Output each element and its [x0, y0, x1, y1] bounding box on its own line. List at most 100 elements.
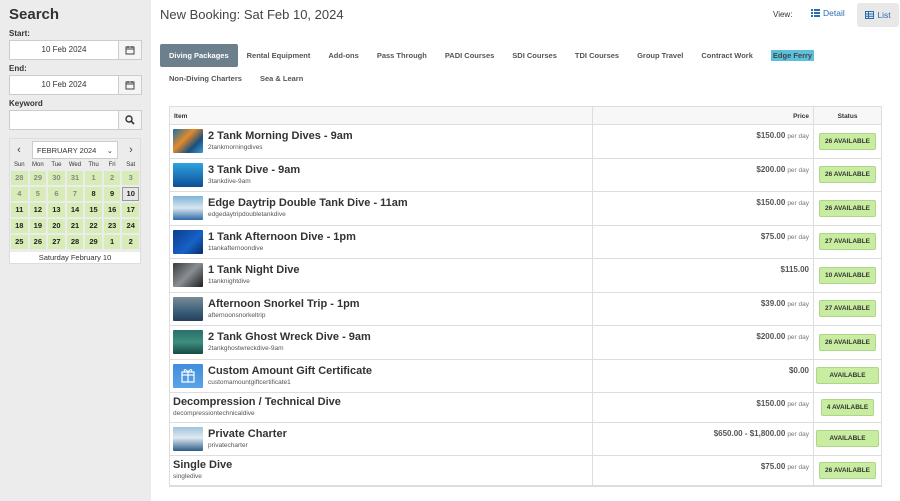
calendar-day[interactable]: 29	[29, 171, 47, 185]
availability-badge[interactable]: 27 AVAILABLE	[818, 233, 877, 251]
calendar-day[interactable]: 11	[11, 203, 28, 217]
table-row[interactable]: 2 Tank Morning Dives - 9am 2tankmorningdi…	[170, 125, 881, 159]
start-calendar-button[interactable]	[119, 40, 142, 60]
item-name[interactable]: Custom Amount Gift Certificate	[208, 365, 372, 378]
tab-sdi-courses[interactable]: SDI Courses	[503, 44, 566, 67]
item-name[interactable]: Edge Daytrip Double Tank Dive - 11am	[208, 197, 408, 210]
calendar-day[interactable]: 26	[29, 235, 47, 249]
month-select[interactable]: FEBRUARY 2024 ⌄	[32, 141, 118, 159]
item-name[interactable]: Single Dive	[173, 459, 232, 472]
calendar-day[interactable]: 31	[66, 171, 84, 185]
calendar-day[interactable]: 4	[11, 187, 28, 201]
calendar-day[interactable]: 27	[48, 235, 65, 249]
chevron-left-icon[interactable]: ‹	[10, 144, 28, 156]
calendar-day[interactable]: 9	[103, 187, 121, 201]
calendar-day[interactable]: 28	[66, 235, 84, 249]
calendar-day[interactable]: 30	[48, 171, 65, 185]
item-name[interactable]: Decompression / Technical Dive	[173, 396, 341, 409]
item-name[interactable]: Afternoon Snorkel Trip - 1pm	[208, 298, 360, 311]
calendar-day[interactable]: 6	[48, 187, 65, 201]
start-label: Start:	[9, 29, 30, 38]
availability-badge[interactable]: AVAILABLE	[816, 430, 879, 448]
availability-badge[interactable]: 26 AVAILABLE	[818, 166, 877, 184]
table-row[interactable]: 1 Tank Afternoon Dive - 1pm 1tankafternoo…	[170, 225, 881, 259]
item-text: 2 Tank Ghost Wreck Dive - 9am 2tankghostw…	[208, 331, 371, 353]
tab-rental-equipment[interactable]: Rental Equipment	[238, 44, 320, 67]
table-row[interactable]: 3 Tank Dive - 9am 3tankdive-9am $200.00 per…	[170, 158, 881, 192]
availability-badge[interactable]: 26 AVAILABLE	[818, 333, 877, 351]
availability-badge[interactable]: 27 AVAILABLE	[818, 300, 877, 318]
view-list-button[interactable]: List	[857, 3, 899, 27]
table-row[interactable]: Custom Amount Gift Certificate customamou…	[170, 359, 881, 393]
table-row[interactable]: Edge Daytrip Double Tank Dive - 11am edge…	[170, 192, 881, 226]
keyword-input[interactable]	[9, 110, 119, 130]
chevron-right-icon[interactable]: ›	[122, 144, 140, 156]
main-content: New Booking: Sat Feb 10, 2024 View: Deta…	[151, 0, 900, 501]
calendar-day[interactable]: 20	[48, 219, 65, 233]
tab-sea-learn[interactable]: Sea & Learn	[251, 67, 312, 90]
availability-badge[interactable]: 10 AVAILABLE	[818, 266, 877, 284]
calendar-day[interactable]: 15	[85, 203, 102, 217]
tab-diving-packages[interactable]: Diving Packages	[160, 44, 238, 67]
start-date-input[interactable]: 10 Feb 2024	[9, 40, 119, 60]
calendar-day[interactable]: 23	[103, 219, 121, 233]
calendar-day[interactable]: 13	[48, 203, 65, 217]
item-name[interactable]: 2 Tank Ghost Wreck Dive - 9am	[208, 331, 371, 344]
calendar-day[interactable]: 8	[85, 187, 102, 201]
end-date-input[interactable]: 10 Feb 2024	[9, 75, 119, 95]
calendar-day[interactable]: 28	[11, 171, 28, 185]
calendar-day[interactable]: 2	[103, 171, 121, 185]
item-name[interactable]: 3 Tank Dive - 9am	[208, 164, 300, 177]
calendar-day[interactable]: 12	[29, 203, 47, 217]
calendar-day[interactable]: 14	[66, 203, 84, 217]
price-unit: per day	[787, 233, 809, 241]
item-name[interactable]: 2 Tank Morning Dives - 9am	[208, 130, 353, 143]
table-row[interactable]: 1 Tank Night Dive 1tanknightdive $115.00 10…	[170, 259, 881, 293]
tab-contract-work[interactable]: Contract Work	[692, 44, 762, 67]
calendar-day[interactable]: 18	[11, 219, 28, 233]
calendar-day[interactable]: 21	[66, 219, 84, 233]
calendar-day-selected[interactable]: 10	[122, 187, 139, 201]
calendar-day[interactable]: 5	[29, 187, 47, 201]
availability-badge[interactable]: 4 AVAILABLE	[820, 398, 875, 416]
table-row[interactable]: 2 Tank Ghost Wreck Dive - 9am 2tankghostw…	[170, 326, 881, 360]
table-row[interactable]: Afternoon Snorkel Trip - 1pm afternoonsno…	[170, 292, 881, 326]
table-row[interactable]: Decompression / Technical Dive decompress…	[170, 393, 881, 423]
availability-badge[interactable]: 26 AVAILABLE	[818, 132, 877, 150]
calendar-day[interactable]: 1	[103, 235, 121, 249]
calendar-day[interactable]: 24	[122, 219, 139, 233]
tab-edge-ferry[interactable]: Edge Ferry	[762, 44, 823, 67]
end-calendar-button[interactable]	[119, 75, 142, 95]
calendar-day[interactable]: 7	[66, 187, 84, 201]
availability-badge[interactable]: 26 AVAILABLE	[818, 461, 877, 479]
calendar-day[interactable]: 19	[29, 219, 47, 233]
status-cell: 26 AVAILABLE	[814, 456, 881, 485]
table-row[interactable]: Single Dive singledive $75.00 per day 26 AVA…	[170, 456, 881, 486]
calendar-day[interactable]: 29	[85, 235, 102, 249]
calendar-day[interactable]: 3	[122, 171, 139, 185]
calendar-day[interactable]: 1	[85, 171, 102, 185]
calendar-day[interactable]: 22	[85, 219, 102, 233]
item-text: 1 Tank Night Dive 1tanknightdive	[208, 264, 299, 286]
tab-tdi-courses[interactable]: TDI Courses	[566, 44, 628, 67]
item-name[interactable]: 1 Tank Night Dive	[208, 264, 299, 277]
price-unit: per day	[787, 200, 809, 207]
item-name[interactable]: 1 Tank Afternoon Dive - 1pm	[208, 231, 356, 244]
calendar-day[interactable]: 2	[122, 235, 139, 249]
calendar-day[interactable]: 25	[11, 235, 28, 249]
tab-group-travel[interactable]: Group Travel	[628, 44, 692, 67]
tab-label: SDI Courses	[512, 51, 557, 60]
availability-badge[interactable]: AVAILABLE	[816, 367, 879, 385]
table-row[interactable]: Private Charter privatecharter $650.00 - $…	[170, 422, 881, 456]
tab-non-diving-charters[interactable]: Non-Diving Charters	[160, 67, 251, 90]
calendar-day[interactable]: 16	[103, 203, 121, 217]
view-detail-button[interactable]: Detail	[811, 8, 845, 18]
item-name[interactable]: Private Charter	[208, 428, 287, 441]
item-code: 3tankdive-9am	[208, 177, 251, 185]
search-button[interactable]	[119, 110, 142, 130]
tab-pass-through[interactable]: Pass Through	[368, 44, 436, 67]
availability-badge[interactable]: 26 AVAILABLE	[818, 199, 877, 217]
tab-padi-courses[interactable]: PADI Courses	[436, 44, 503, 67]
calendar-day[interactable]: 17	[122, 203, 139, 217]
tab-add-ons[interactable]: Add-ons	[319, 44, 367, 67]
